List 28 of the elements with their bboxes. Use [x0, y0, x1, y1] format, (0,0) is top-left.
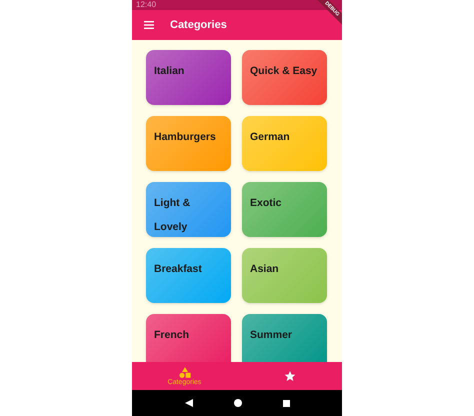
category-title: Summer: [250, 329, 292, 341]
app-bar-title: Categories: [170, 18, 227, 33]
category-title: Hamburgers: [154, 131, 216, 143]
menu-icon[interactable]: [144, 21, 154, 29]
home-icon[interactable]: [234, 399, 242, 407]
category-title: Quick & Easy: [250, 65, 318, 77]
category-title: German: [250, 131, 290, 143]
category-card[interactable]: Asian: [242, 248, 327, 303]
category-card[interactable]: Exotic: [242, 182, 327, 237]
category-card[interactable]: Italian: [146, 50, 231, 105]
category-card[interactable]: Breakfast: [146, 248, 231, 303]
category-card[interactable]: Summer: [242, 314, 327, 362]
star-icon: [284, 370, 296, 382]
back-icon[interactable]: [184, 399, 192, 407]
shapes-icon: [178, 366, 190, 378]
category-card[interactable]: German: [242, 116, 327, 171]
category-card[interactable]: Light & Lovely: [146, 182, 231, 237]
status-time: 12:40: [136, 1, 156, 9]
category-card[interactable]: Hamburgers: [146, 116, 231, 171]
category-title: French: [154, 329, 190, 341]
category-card[interactable]: French: [146, 314, 231, 362]
category-title: Breakfast: [154, 263, 202, 275]
category-title: Italian: [154, 65, 184, 77]
category-title: Asian: [250, 263, 279, 275]
category-card[interactable]: Quick & Easy: [242, 50, 327, 105]
category-title: Light & Lovely: [154, 197, 190, 233]
recents-icon[interactable]: [282, 400, 290, 406]
category-title: Exotic: [250, 197, 282, 209]
